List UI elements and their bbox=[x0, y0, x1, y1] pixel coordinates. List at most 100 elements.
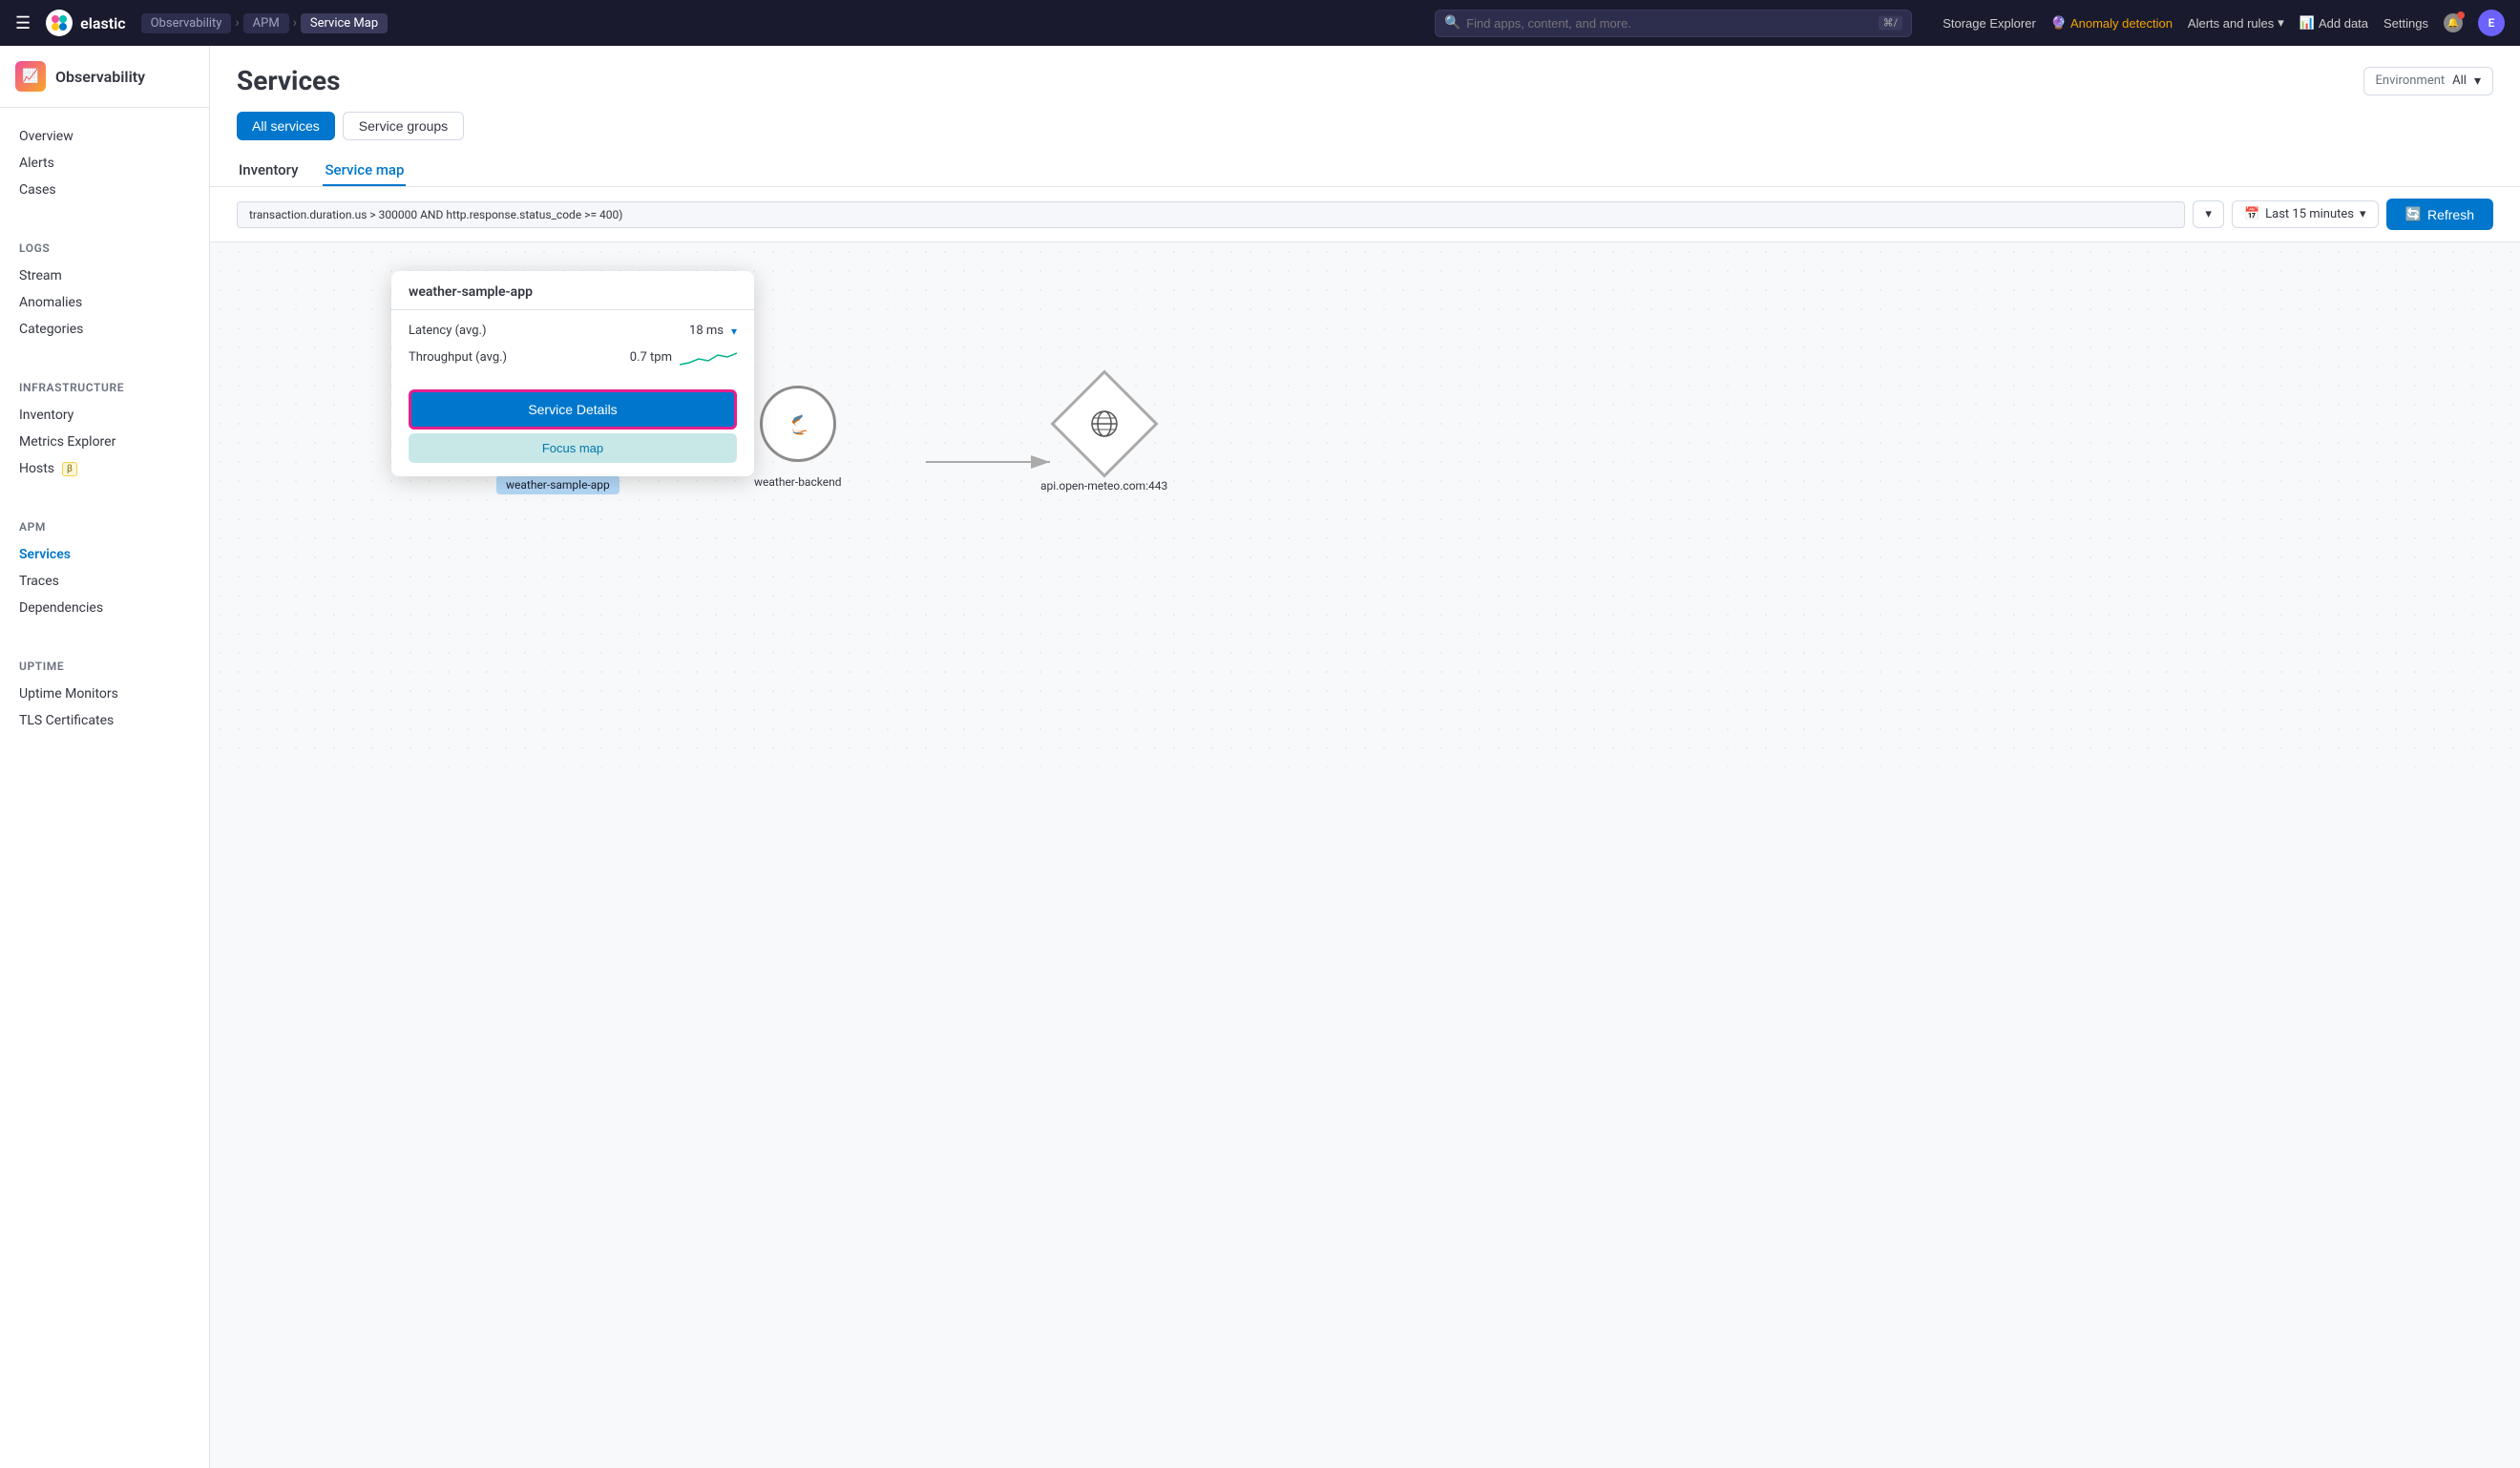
time-picker[interactable]: 📅 Last 15 minutes ▾ bbox=[2232, 200, 2379, 228]
sidebar-infrastructure-section: Infrastructure Inventory Metrics Explore… bbox=[0, 358, 209, 497]
breadcrumb: Observability › APM › Service Map bbox=[141, 13, 388, 33]
user-avatar[interactable]: E bbox=[2478, 10, 2505, 36]
focus-map-button[interactable]: Focus map bbox=[409, 433, 737, 463]
sidebar-item-overview[interactable]: Overview bbox=[0, 123, 209, 150]
node-diamond-inner bbox=[1081, 400, 1128, 448]
add-data-icon: 📊 bbox=[2300, 15, 2315, 31]
throughput-value-row: 0.7 tpm bbox=[630, 347, 737, 367]
filter-text[interactable]: transaction.duration.us > 300000 AND htt… bbox=[237, 201, 2185, 228]
beta-badge: β bbox=[62, 462, 77, 476]
service-groups-tab[interactable]: Service groups bbox=[343, 112, 464, 140]
sidebar-item-hosts[interactable]: Hosts β bbox=[0, 455, 209, 482]
page-header: Services Environment All ▾ All services … bbox=[210, 46, 2520, 187]
throughput-value: 0.7 tpm bbox=[630, 350, 672, 365]
top-navigation: ☰ elastic Observability › APM › Service … bbox=[0, 0, 2520, 46]
breadcrumb-service-map[interactable]: Service Map bbox=[301, 13, 388, 33]
settings-btn[interactable]: Settings bbox=[2384, 16, 2428, 31]
sidebar-item-metrics-explorer[interactable]: Metrics Explorer bbox=[0, 429, 209, 455]
storage-explorer-btn[interactable]: Storage Explorer bbox=[1942, 16, 2036, 31]
notifications-bell[interactable]: 🔔 bbox=[2444, 13, 2463, 32]
sidebar-brand: 📈 Observability bbox=[0, 46, 209, 108]
sidebar-uptime-section: Uptime Uptime Monitors TLS Certificates bbox=[0, 637, 209, 749]
throughput-sparkline bbox=[680, 347, 737, 367]
filter-chevron-icon: ▾ bbox=[2205, 207, 2212, 221]
sub-tabs: Inventory Service map bbox=[237, 156, 2493, 186]
alerts-chevron-icon: ▾ bbox=[2278, 15, 2284, 31]
inventory-tab[interactable]: Inventory bbox=[237, 156, 300, 186]
popup-throughput-row: Throughput (avg.) 0.7 tpm bbox=[409, 347, 737, 367]
search-kbd-shortcut: ⌘/ bbox=[1879, 16, 1903, 31]
sidebar-apm-section: APM Services Traces Dependencies bbox=[0, 497, 209, 637]
refresh-icon: 🔄 bbox=[2405, 206, 2422, 222]
service-popup: weather-sample-app Latency (avg.) 18 ms … bbox=[391, 271, 754, 476]
node-label-weather-sample-app: weather-sample-app bbox=[496, 475, 620, 494]
alerts-rules-btn[interactable]: Alerts and rules ▾ bbox=[2188, 15, 2284, 31]
service-details-button[interactable]: Service Details bbox=[409, 389, 737, 430]
breadcrumb-sep-2: › bbox=[293, 15, 297, 31]
page-title: Services bbox=[237, 65, 341, 96]
sidebar-logs-section: Logs Stream Anomalies Categories bbox=[0, 219, 209, 358]
latency-chevron-icon[interactable]: ▾ bbox=[731, 325, 737, 338]
hamburger-menu[interactable]: ☰ bbox=[15, 13, 31, 33]
nav-actions: Storage Explorer 🔮 Anomaly detection Ale… bbox=[1942, 10, 2505, 36]
breadcrumb-sep-1: › bbox=[235, 15, 239, 31]
globe-icon bbox=[1089, 409, 1120, 439]
elastic-logo: elastic bbox=[46, 10, 125, 36]
environment-label: Environment bbox=[2376, 73, 2446, 88]
node-api-open-meteo[interactable]: api.open-meteo.com:443 bbox=[1040, 386, 1167, 493]
sidebar-item-dependencies[interactable]: Dependencies bbox=[0, 595, 209, 621]
throughput-label: Throughput (avg.) bbox=[409, 350, 507, 365]
page-title-row: Services Environment All ▾ bbox=[237, 65, 2493, 96]
sidebar-item-traces[interactable]: Traces bbox=[0, 568, 209, 595]
sidebar-item-cases[interactable]: Cases bbox=[0, 177, 209, 203]
sidebar-item-uptime-monitors[interactable]: Uptime Monitors bbox=[0, 681, 209, 707]
node-circle-weather-backend bbox=[760, 386, 836, 462]
breadcrumb-observability[interactable]: Observability bbox=[141, 13, 232, 33]
sidebar: 📈 Observability Overview Alerts Cases Lo… bbox=[0, 46, 210, 1468]
sidebar-item-stream[interactable]: Stream bbox=[0, 262, 209, 289]
node-weather-backend[interactable]: weather-backend bbox=[754, 386, 841, 489]
environment-selector[interactable]: Environment All ▾ bbox=[2363, 67, 2493, 95]
environment-value: All bbox=[2452, 73, 2467, 88]
breadcrumb-apm[interactable]: APM bbox=[243, 13, 289, 33]
sidebar-item-categories[interactable]: Categories bbox=[0, 316, 209, 343]
latency-value: 18 ms bbox=[689, 324, 724, 338]
sidebar-item-anomalies[interactable]: Anomalies bbox=[0, 289, 209, 316]
sidebar-item-tls-certificates[interactable]: TLS Certificates bbox=[0, 707, 209, 734]
node-label-weather-backend: weather-backend bbox=[754, 475, 841, 489]
search-icon: 🔍 bbox=[1444, 15, 1460, 31]
popup-latency-row: Latency (avg.) 18 ms ▾ bbox=[409, 324, 737, 338]
node-diamond-api-open-meteo bbox=[1050, 369, 1158, 477]
java-icon bbox=[781, 407, 815, 441]
filter-bar: transaction.duration.us > 300000 AND htt… bbox=[210, 187, 2520, 242]
sidebar-uptime-label: Uptime bbox=[0, 652, 209, 681]
service-tab-buttons: All services Service groups bbox=[237, 112, 2493, 140]
service-map-canvas: weather-sample-app weather-backend bbox=[210, 242, 2520, 767]
latency-label: Latency (avg.) bbox=[409, 324, 486, 338]
sidebar-item-inventory[interactable]: Inventory bbox=[0, 402, 209, 429]
sidebar-apm-label: APM bbox=[0, 513, 209, 541]
anomaly-detection-btn[interactable]: 🔮 Anomaly detection bbox=[2051, 15, 2173, 31]
sidebar-item-alerts[interactable]: Alerts bbox=[0, 150, 209, 177]
sidebar-brand-text: Observability bbox=[55, 68, 145, 86]
sidebar-item-services[interactable]: Services bbox=[0, 541, 209, 568]
anomaly-icon: 🔮 bbox=[2051, 15, 2067, 31]
sidebar-logs-label: Logs bbox=[0, 234, 209, 262]
observability-logo-icon: 📈 bbox=[15, 61, 46, 92]
popup-title: weather-sample-app bbox=[391, 271, 754, 310]
elastic-wordmark: elastic bbox=[80, 14, 125, 32]
all-services-tab[interactable]: All services bbox=[237, 112, 335, 140]
latency-value-row: 18 ms ▾ bbox=[689, 324, 737, 338]
calendar-icon: 📅 bbox=[2244, 207, 2259, 221]
time-chevron-icon: ▾ bbox=[2360, 207, 2366, 221]
filter-dropdown-btn[interactable]: ▾ bbox=[2193, 200, 2224, 228]
refresh-button[interactable]: 🔄 Refresh bbox=[2386, 199, 2493, 230]
popup-body: Latency (avg.) 18 ms ▾ Throughput (avg.)… bbox=[391, 310, 754, 389]
node-label-api-open-meteo: api.open-meteo.com:443 bbox=[1040, 479, 1167, 493]
global-search: 🔍 ⌘/ bbox=[1435, 10, 1912, 37]
add-data-btn[interactable]: 📊 Add data bbox=[2300, 15, 2368, 31]
service-map-tab[interactable]: Service map bbox=[323, 156, 406, 186]
sidebar-infra-label: Infrastructure bbox=[0, 373, 209, 402]
sidebar-main-section: Overview Alerts Cases bbox=[0, 108, 209, 219]
search-input[interactable] bbox=[1435, 10, 1912, 37]
